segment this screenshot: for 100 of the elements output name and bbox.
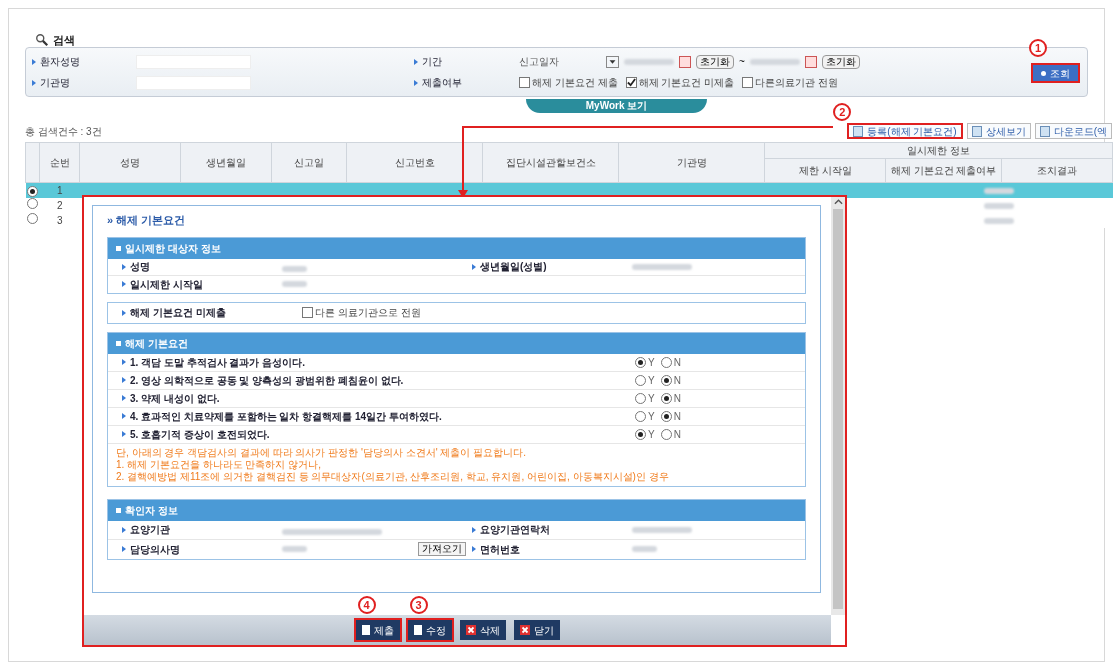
radio-label: N: [673, 373, 681, 388]
column-header: 해제 기본요건 제출여부: [885, 158, 1002, 183]
notice-text: 1. 해제 기본요건을 하나라도 만족하지 않거나,: [116, 458, 322, 471]
step-number: 4: [357, 596, 376, 614]
bullet-icon: [472, 546, 476, 552]
radio-button[interactable]: [660, 356, 672, 368]
radio-button[interactable]: [635, 374, 647, 386]
blurred-text: [632, 526, 692, 533]
blurred-text: [749, 58, 800, 65]
field-label: 담당의사명: [130, 542, 180, 557]
dialog-button[interactable]: 삭제: [459, 620, 506, 640]
column-header: 신고일: [271, 142, 347, 183]
field-label: 1. 객담 도말 추적검사 결과가 음성이다.: [130, 355, 305, 370]
radio-button[interactable]: [635, 428, 647, 440]
bullet-icon: [122, 431, 126, 437]
field-label: 일시제한 시작일: [130, 277, 203, 292]
column-group-header: 일시제한 정보: [764, 142, 1113, 159]
field-label: 해제 기본요건 미제출: [130, 306, 226, 320]
radio-button[interactable]: [660, 428, 672, 440]
field-label: 4. 효과적인 치료약제를 포함하는 일차 항결핵제를 14일간 투여하였다.: [130, 409, 442, 424]
radio-button[interactable]: [660, 410, 672, 422]
document-icon: [971, 125, 982, 137]
blurred-text: [984, 218, 1015, 224]
column-header: 기관명: [618, 142, 765, 183]
action-button[interactable]: 다운로드(엑: [1034, 123, 1112, 139]
checkbox[interactable]: [742, 77, 754, 88]
step-number: 3: [409, 596, 428, 614]
radio-button[interactable]: [27, 186, 39, 197]
radio-button[interactable]: [635, 410, 647, 422]
close-icon: [519, 625, 530, 635]
search-icon: [35, 33, 49, 47]
radio-label: Y: [648, 409, 655, 424]
bullet-icon: [32, 79, 36, 86]
radio-label: Y: [648, 391, 655, 406]
blurred-text: [624, 58, 674, 65]
calendar-icon[interactable]: [804, 55, 817, 68]
dialog-button[interactable]: 닫기: [513, 620, 560, 640]
radio-label: Y: [648, 355, 655, 370]
document-icon: [1039, 125, 1050, 137]
section-title: 해제 기본요건: [125, 336, 188, 351]
radio-button[interactable]: [660, 374, 672, 386]
radio-button[interactable]: [27, 213, 39, 224]
result-count: 총 검색건수 : 3건: [25, 125, 102, 139]
field-label: 면허번호: [480, 542, 520, 557]
bullet-icon: [414, 58, 418, 65]
radio-button[interactable]: [635, 356, 647, 368]
document-icon: [853, 125, 864, 137]
scroll-up-icon: [833, 199, 843, 205]
scrollbar[interactable]: [831, 197, 845, 615]
panel-title: 검색: [53, 32, 75, 48]
blurred-text: [984, 188, 1015, 194]
radio-label: N: [673, 409, 681, 424]
field-label: 기관명: [40, 76, 70, 90]
action-button[interactable]: 상세보기: [966, 123, 1031, 139]
calendar-icon[interactable]: [679, 55, 691, 68]
table-cell: [25, 142, 40, 183]
bullet-icon: [122, 377, 126, 383]
fetch-button[interactable]: 가져오기: [418, 542, 466, 556]
section-title: 일시제한 대상자 정보: [125, 241, 221, 256]
range-separator: ~: [739, 55, 745, 69]
section-title: 확인자 정보: [125, 503, 178, 518]
blurred-text: [282, 281, 307, 287]
radio-button[interactable]: [27, 198, 39, 209]
field-label: 성명: [130, 260, 150, 274]
radio-label: Y: [648, 373, 655, 388]
bullet-icon: [122, 263, 126, 270]
radio-label: Y: [648, 427, 655, 442]
checkbox-label: 다른의료기관 전원: [755, 76, 838, 90]
document-icon: [413, 625, 422, 635]
reset-button[interactable]: 초기화: [821, 54, 860, 69]
bullet-icon: [472, 263, 476, 270]
bullet-icon: [472, 526, 476, 533]
square-bullet-icon: [116, 245, 121, 251]
square-bullet-icon: [116, 507, 121, 513]
blurred-text: [632, 546, 657, 552]
checkbox[interactable]: [625, 77, 637, 88]
table-cell[interactable]: [25, 198, 40, 213]
checkbox[interactable]: [519, 77, 530, 88]
field-label: 2. 영상 의학적으로 공동 및 양측성의 광범위한 폐침윤이 없다.: [130, 373, 404, 388]
square-bullet-icon: [116, 340, 121, 346]
checkbox[interactable]: [302, 307, 313, 318]
close-icon: [465, 625, 476, 635]
column-header: 신고번호: [346, 142, 483, 183]
field-label: 생년월일(성별): [480, 260, 547, 274]
checkbox-label: 해제 기본요건 미제출: [638, 76, 735, 90]
column-header: 집단시설관할보건소: [482, 142, 619, 183]
dialog-title: » 해제 기본요건: [107, 213, 187, 228]
field-label: 5. 호흡기적 증상이 호전되었다.: [130, 427, 270, 442]
bullet-icon: [122, 309, 126, 316]
field-label: 요양기관연락처: [480, 523, 550, 537]
bullet-icon: [122, 413, 126, 419]
dropdown[interactable]: 신고일자: [519, 54, 619, 69]
reset-button[interactable]: 초기화: [696, 54, 734, 69]
dropdown-caret-icon: [606, 55, 619, 68]
checkbox-label: 다른 의료기관으로 전원: [315, 306, 421, 320]
radio-button[interactable]: [660, 392, 672, 404]
bullet-icon: [122, 281, 126, 287]
tab[interactable]: MyWork 보기: [525, 99, 708, 113]
bullet-icon: [32, 58, 36, 65]
radio-button[interactable]: [635, 392, 647, 404]
